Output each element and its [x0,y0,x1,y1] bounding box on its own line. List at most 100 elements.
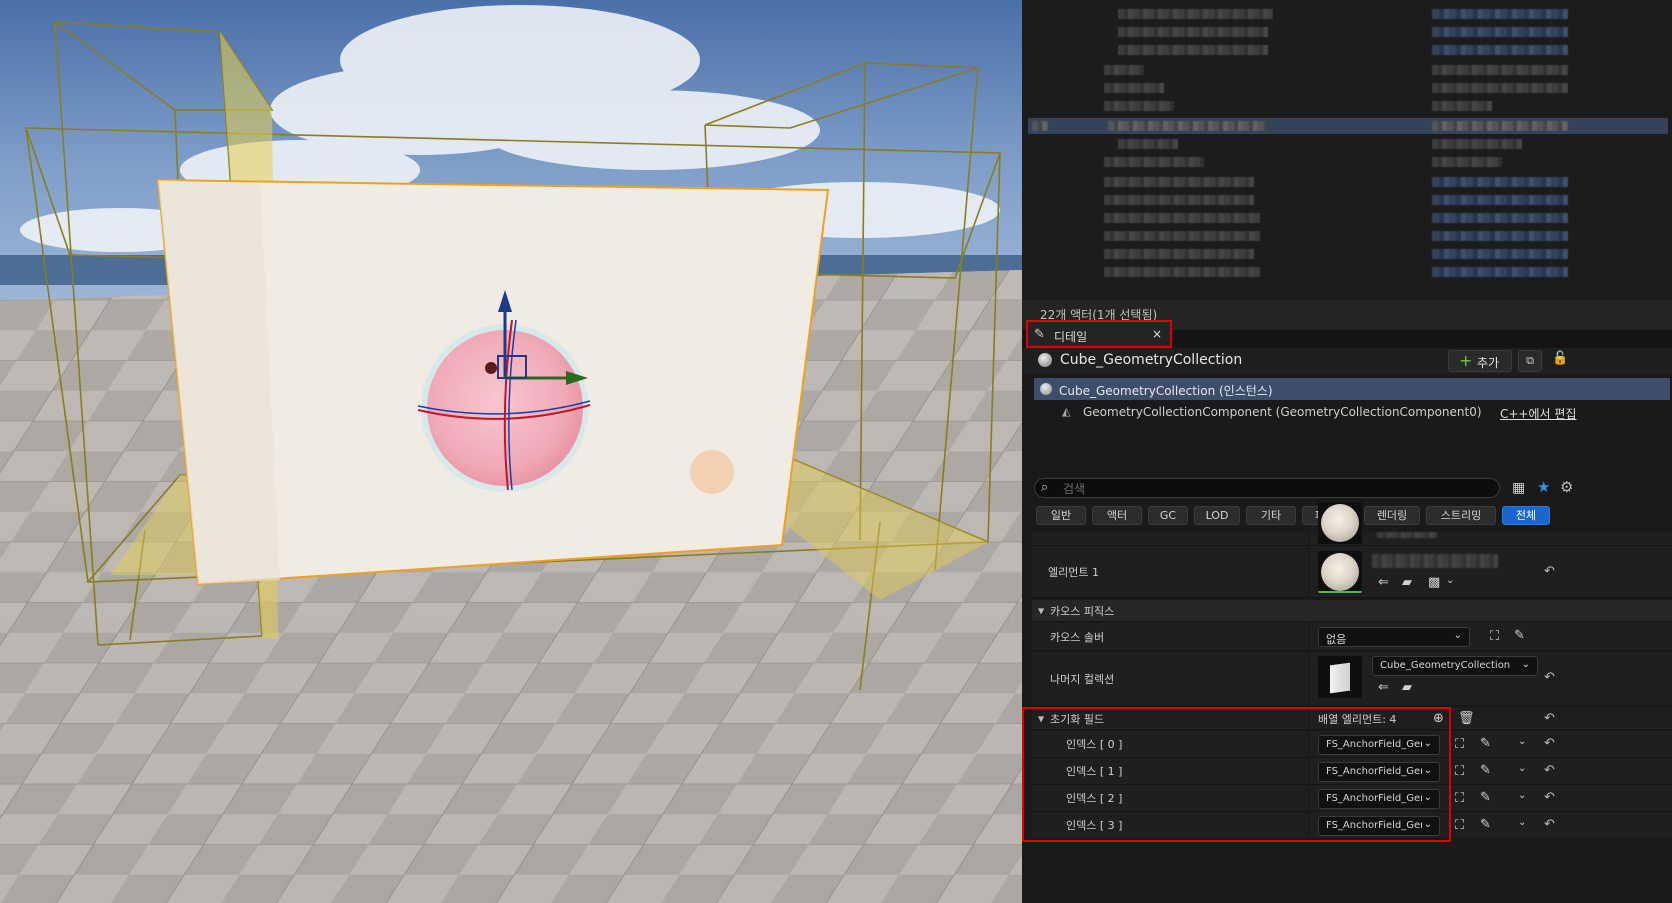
reset-arrow-icon[interactable]: ↶ [1544,564,1555,579]
material-thumbnail[interactable] [1318,551,1362,593]
outliner-row[interactable] [1028,42,1668,58]
chevron-down-icon[interactable]: ⌄ [1446,575,1454,586]
chevron-down-icon[interactable]: ⌄ [1518,817,1526,828]
details-properties: 엘리먼트 1 ⇐ ▰ ▩ ⌄ ↶ ▼ 카오스 피직스 카오스 솔버 없음 ⌄ ⛶… [1032,502,1672,903]
filter-rendering[interactable]: 렌더링 [1364,506,1420,525]
reset-arrow-icon[interactable]: ↶ [1544,670,1555,685]
reset-arrow-icon[interactable]: ↶ [1544,711,1555,726]
select-in-viewport-icon[interactable]: ⛶ [1455,764,1464,779]
index-field-dropdown[interactable]: FS_AnchorField_Gen ⌄ [1318,816,1440,836]
select-in-viewport-icon[interactable]: ⛶ [1455,737,1464,752]
outliner-row[interactable] [1028,210,1668,226]
browse-folder-icon[interactable]: ▰ [1402,575,1412,590]
reset-arrow-icon[interactable]: ↶ [1544,790,1555,805]
details-search-box[interactable]: ⌕ [1034,478,1500,498]
use-selected-icon[interactable]: ⇐ [1378,680,1389,695]
outliner-row[interactable] [1028,80,1668,96]
star-icon[interactable]: ★ [1537,478,1550,496]
initialization-fields-label: 초기화 필드 [1050,712,1105,726]
editor-side-panel: 22개 액터(1개 선택됨) ✎ 디테일 × Cube_GeometryColl… [1022,0,1672,903]
section-chaos-physics[interactable]: ▼ 카오스 피직스 [1032,600,1672,622]
filter-streaming[interactable]: 스트리밍 [1426,506,1496,525]
chaos-solver-value: 없음 [1326,633,1347,646]
eyedropper-icon[interactable]: ✎ [1480,763,1491,778]
outliner-row[interactable] [1028,192,1668,208]
chevron-down-icon: ⌄ [1423,819,1432,830]
gear-icon[interactable]: ⚙ [1560,478,1573,496]
checker-icon[interactable]: ▩ [1428,575,1440,590]
filter-misc[interactable]: 기타 [1246,506,1296,525]
edit-in-cpp-link[interactable]: C++에서 편집 [1500,405,1576,422]
outliner-row[interactable] [1028,246,1668,262]
eyedropper-icon[interactable]: ✎ [1480,817,1491,832]
outliner-row[interactable] [1028,264,1668,280]
plus-icon: + [1459,351,1473,370]
outliner-row[interactable] [1028,62,1668,78]
chevron-down-icon[interactable]: ⌄ [1518,736,1526,747]
browse-folder-icon[interactable]: ▰ [1402,680,1412,695]
index-field-dropdown[interactable]: FS_AnchorField_Gen ⌄ [1318,789,1440,809]
geometry-collection-icon: ◭ [1062,405,1071,418]
add-component-button[interactable]: + 추가 [1448,350,1512,372]
chaos-solver-dropdown[interactable]: 없음 ⌄ [1318,627,1470,647]
actor-header: Cube_GeometryCollection + 추가 ⧉ 🔓 [1022,348,1672,374]
material-thumbnail[interactable] [1318,502,1362,544]
outliner-row[interactable] [1028,98,1668,114]
collection-thumbnail[interactable] [1318,656,1362,698]
actor-sphere-icon [1038,353,1052,367]
level-viewport[interactable] [0,0,1022,903]
close-icon[interactable]: × [1152,327,1162,341]
property-row-element-1: 엘리먼트 1 ⇐ ▰ ▩ ⌄ ↶ [1032,546,1672,598]
use-selected-icon[interactable]: ⇐ [1378,575,1389,590]
filter-actor[interactable]: 액터 [1092,506,1142,525]
select-in-viewport-icon[interactable]: ⛶ [1490,629,1499,644]
outliner-row-selected[interactable] [1028,118,1668,134]
rest-collection-label: 나머지 컬렉션 [1050,672,1115,686]
blueprint-icon[interactable]: ⧉ [1518,350,1542,372]
index-field-dropdown[interactable]: FS_AnchorField_Gen ⌄ [1318,762,1440,782]
outliner-row[interactable] [1028,6,1668,22]
outliner-row[interactable] [1028,24,1668,40]
property-row-initialization-fields[interactable]: ▼ 초기화 필드 배열 엘리먼트: 4 ⊕ 🗑 ↶ [1032,708,1672,730]
select-in-viewport-icon[interactable]: ⛶ [1455,818,1464,833]
property-row-index-2: 인덱스 [ 2 ] FS_AnchorField_Gen ⌄ ⛶ ✎ ⌄ ↶ [1032,785,1672,812]
reset-arrow-icon[interactable]: ↶ [1544,736,1555,751]
world-outliner[interactable] [1022,0,1672,300]
filter-gc[interactable]: GC [1148,506,1188,525]
property-row-index-0: 인덱스 [ 0 ] FS_AnchorField_Gen ⌄ ⛶ ✎ ⌄ ↶ [1032,731,1672,758]
reset-arrow-icon[interactable]: ↶ [1544,817,1555,832]
index-field-dropdown[interactable]: FS_AnchorField_Gen ⌄ [1318,735,1440,755]
eyedropper-icon[interactable]: ✎ [1480,790,1491,805]
details-tab-label: 디테일 [1054,330,1088,344]
reset-arrow-icon[interactable]: ↶ [1544,763,1555,778]
eyedropper-icon[interactable]: ✎ [1514,628,1525,643]
search-input[interactable] [1061,480,1495,498]
component-child-row[interactable]: ◭ GeometryCollectionComponent (GeometryC… [1034,402,1670,422]
chevron-down-icon[interactable]: ⌄ [1518,790,1526,801]
eyedropper-icon[interactable]: ✎ [1480,736,1491,751]
component-root-row[interactable]: Cube_GeometryCollection (인스턴스) [1034,378,1670,400]
outliner-row[interactable] [1028,228,1668,244]
select-in-viewport-icon[interactable]: ⛶ [1455,791,1464,806]
chevron-down-icon: ⌄ [1423,738,1432,749]
component-tree: Cube_GeometryCollection (인스턴스) ◭ Geometr… [1032,376,1672,466]
add-element-icon[interactable]: ⊕ [1433,711,1444,726]
outliner-row[interactable] [1028,174,1668,190]
chevron-down-icon[interactable]: ⌄ [1518,763,1526,774]
filter-all[interactable]: 전체 [1502,506,1550,525]
filter-lod[interactable]: LOD [1194,506,1240,525]
element-1-label: 엘리먼트 1 [1048,565,1099,579]
outliner-row[interactable] [1028,136,1668,152]
material-asset-dropdown[interactable] [1372,554,1498,568]
component-child-label: GeometryCollectionComponent (GeometryCol… [1083,405,1482,419]
table-view-icon[interactable]: ▦ [1512,480,1525,496]
actor-name[interactable]: Cube_GeometryCollection [1060,352,1242,368]
chevron-down-icon: ⌄ [1423,792,1432,803]
filter-general[interactable]: 일반 [1036,506,1086,525]
rest-collection-dropdown[interactable]: Cube_GeometryCollection ⌄ [1372,656,1538,676]
viewport-scene[interactable] [0,0,1022,903]
details-tab[interactable]: ✎ 디테일 × [1026,320,1172,348]
outliner-row[interactable] [1028,154,1668,170]
trash-icon[interactable]: 🗑 [1458,711,1475,726]
lock-icon[interactable]: 🔓 [1552,351,1568,366]
